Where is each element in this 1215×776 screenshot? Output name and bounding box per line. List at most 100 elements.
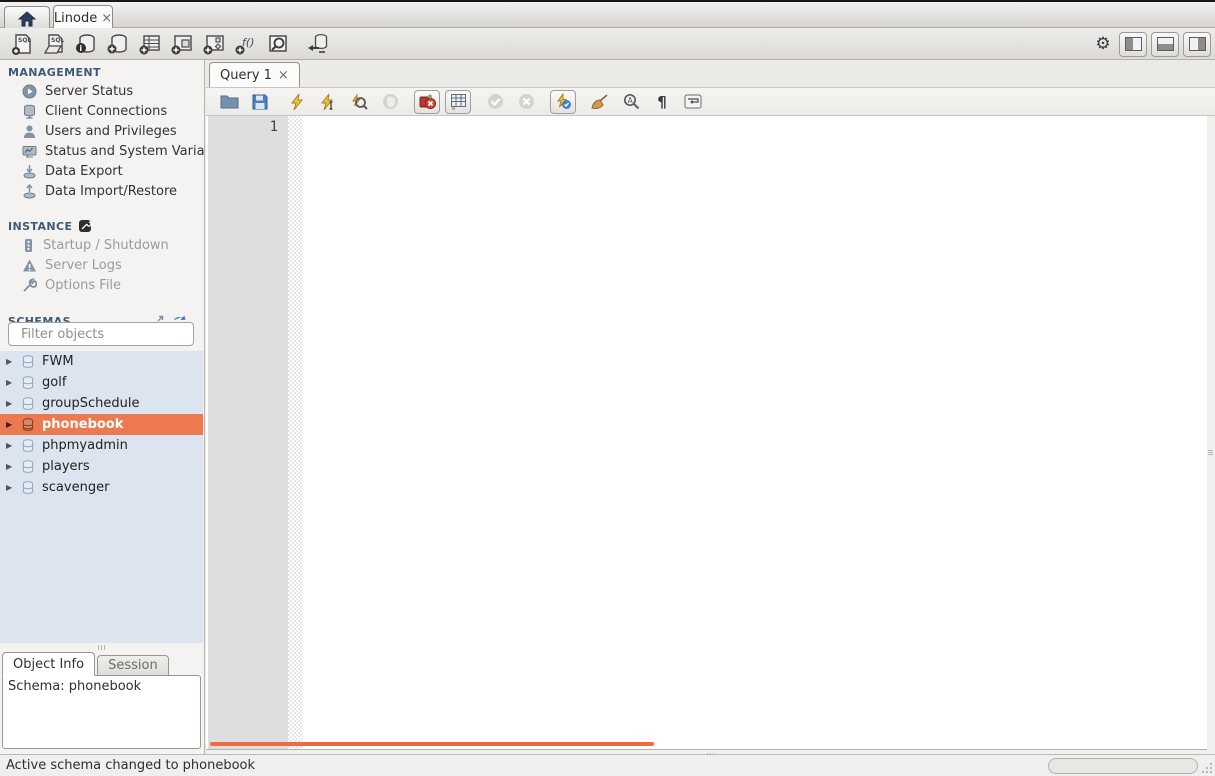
schema-filter-box: [8, 322, 194, 346]
connection-tab-linode[interactable]: Linode ×: [53, 5, 113, 30]
open-script-icon: [220, 94, 239, 109]
reconnect-dbms-button[interactable]: [302, 30, 334, 58]
wrap-text-icon: [684, 94, 702, 109]
home-tab[interactable]: [4, 6, 50, 30]
sidebar-item-options-file[interactable]: Options File: [0, 275, 204, 295]
create-view-button[interactable]: [166, 30, 198, 58]
create-schema-button[interactable]: [102, 30, 134, 58]
tab-session[interactable]: Session: [97, 655, 169, 676]
close-icon[interactable]: ×: [101, 12, 112, 25]
connection-tab-bar: Linode ×: [0, 0, 1215, 28]
autocommit-icon: [555, 93, 572, 110]
reconnect-dbms-icon: [305, 32, 331, 56]
sidebar-item-data-import[interactable]: Data Import/Restore: [0, 181, 204, 201]
schema-row-phpmyadmin[interactable]: ▶ phpmyadmin: [0, 435, 203, 456]
schema-list: ▶ FWM ▶ golf ▶ groupSchedule ▶ phonebook…: [0, 351, 203, 643]
sidebar-item-users-privileges[interactable]: Users and Privileges: [0, 121, 204, 141]
schema-database-icon: [21, 397, 35, 411]
object-info-text: Schema: phonebook: [8, 679, 141, 694]
query-area: Query 1 ×: [206, 60, 1215, 754]
tab-query-1[interactable]: Query 1 ×: [209, 62, 300, 87]
expander-icon[interactable]: ▶: [6, 399, 14, 408]
explain-button[interactable]: [346, 90, 372, 114]
create-procedure-button[interactable]: [198, 30, 230, 58]
execute-current-button[interactable]: [315, 90, 341, 114]
tab-label: Session: [108, 658, 158, 673]
schema-row-golf[interactable]: ▶ golf: [0, 372, 203, 393]
save-script-button[interactable]: [247, 90, 273, 114]
right-panel-splitter[interactable]: [1207, 116, 1215, 750]
progress-indicator: [1048, 758, 1198, 774]
schema-name: scavenger: [42, 480, 109, 495]
expander-icon[interactable]: ▶: [6, 420, 14, 429]
create-view-icon: [170, 32, 194, 56]
mysql-workbench-window: Linode × SQL SQL i: [0, 0, 1215, 776]
schema-database-icon: [21, 439, 35, 453]
tab-object-info[interactable]: Object Info: [2, 652, 95, 676]
autocommit-toggle[interactable]: [550, 90, 576, 114]
sidebar-item-system-variables[interactable]: Status and System Variables: [0, 141, 204, 161]
invisibles-button[interactable]: ¶: [649, 90, 675, 114]
editor-horizontal-scrollbar[interactable]: [210, 742, 654, 746]
sidebar-item-server-status[interactable]: Server Status: [0, 81, 204, 101]
commit-button[interactable]: [482, 90, 508, 114]
search-data-button[interactable]: [262, 30, 294, 58]
preferences-gear-icon[interactable]: ⚙: [1091, 34, 1115, 54]
expander-icon[interactable]: ▶: [6, 483, 14, 492]
toggle-bottom-panel-icon: [1157, 37, 1174, 51]
line-number: 1: [208, 116, 288, 135]
sidebar-splitter-handle[interactable]: [0, 643, 203, 652]
clear-broom-icon: [591, 94, 609, 110]
svg-text:SQL: SQL: [51, 37, 64, 44]
rollback-button[interactable]: [513, 90, 539, 114]
limit-rows-toggle[interactable]: [445, 90, 471, 114]
stop-on-error-toggle[interactable]: [414, 90, 440, 114]
schema-row-scavenger[interactable]: ▶ scavenger: [0, 477, 203, 498]
sidebar-item-label: Client Connections: [45, 104, 167, 119]
expander-icon[interactable]: ▶: [6, 441, 14, 450]
limit-rows-icon: [450, 93, 467, 110]
sidebar-item-server-logs[interactable]: Server Logs: [0, 255, 204, 275]
expander-icon[interactable]: ▶: [6, 378, 14, 387]
sidebar-item-label: Server Status: [45, 84, 133, 99]
schema-inspector-button[interactable]: i: [70, 30, 102, 58]
info-tab-bar: Object Info Session: [2, 652, 203, 676]
wrap-text-button[interactable]: [680, 90, 706, 114]
sidebar-item-label: Status and System Variables: [45, 144, 204, 159]
toggle-bottom-panel-button[interactable]: [1151, 32, 1179, 57]
schema-row-players[interactable]: ▶ players: [0, 456, 203, 477]
server-status-icon: [22, 84, 37, 99]
sidebar-item-startup-shutdown[interactable]: Startup / Shutdown: [0, 235, 204, 255]
find-button[interactable]: A: [618, 90, 644, 114]
expander-icon[interactable]: ▶: [6, 357, 14, 366]
open-script-button[interactable]: [216, 90, 242, 114]
schema-filter-input[interactable]: [21, 327, 191, 342]
sidebar-item-data-export[interactable]: Data Export: [0, 161, 204, 181]
execute-button[interactable]: [284, 90, 310, 114]
server-logs-icon: [22, 258, 37, 273]
open-sql-script-button[interactable]: SQL: [38, 30, 70, 58]
management-section-header: MANAGEMENT: [0, 60, 204, 81]
schema-name: FWM: [42, 354, 74, 369]
schema-database-icon: [21, 460, 35, 474]
create-function-button[interactable]: f(): [230, 30, 262, 58]
schema-inspector-icon: i: [74, 32, 98, 56]
clear-button[interactable]: [587, 90, 613, 114]
new-sql-tab-button[interactable]: SQL: [6, 30, 38, 58]
window-resize-grip[interactable]: [1201, 762, 1213, 774]
sql-editor[interactable]: 1: [206, 116, 1207, 750]
stop-button[interactable]: [377, 90, 403, 114]
close-icon[interactable]: ×: [278, 69, 289, 82]
expander-icon[interactable]: ▶: [6, 462, 14, 471]
schema-row-groupschedule[interactable]: ▶ groupSchedule: [0, 393, 203, 414]
sidebar-item-client-connections[interactable]: Client Connections: [0, 101, 204, 121]
toggle-right-panel-icon: [1189, 37, 1206, 51]
execute-current-icon: [320, 93, 336, 111]
toggle-right-panel-button[interactable]: [1183, 32, 1211, 57]
invisibles-pilcrow-icon: ¶: [657, 93, 667, 111]
schema-row-fwm[interactable]: ▶ FWM: [0, 351, 203, 372]
create-table-button[interactable]: [134, 30, 166, 58]
schema-row-phonebook[interactable]: ▶ phonebook: [0, 414, 203, 435]
status-message: Active schema changed to phonebook: [6, 758, 255, 773]
toggle-left-panel-button[interactable]: [1119, 32, 1147, 57]
